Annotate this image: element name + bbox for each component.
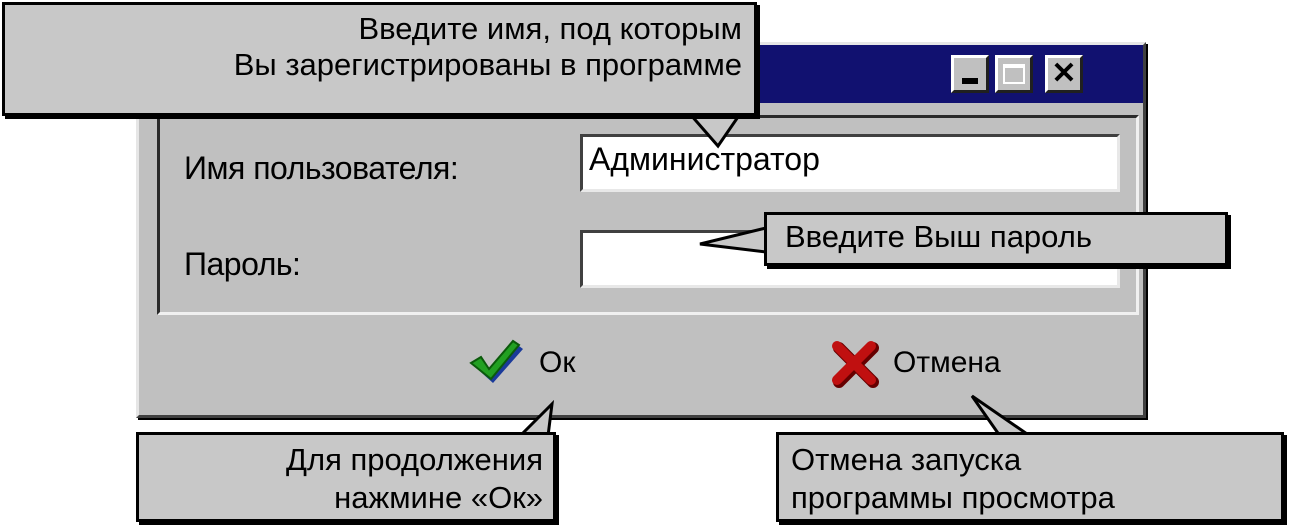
cancel-hint-callout: Отмена запуска программы просмотра xyxy=(776,432,1284,522)
password-hint-callout: Введите Выш пароль xyxy=(764,212,1228,266)
maximize-icon xyxy=(1003,64,1025,84)
checkmark-icon xyxy=(469,339,523,383)
cancel-label: Отмена xyxy=(893,346,1001,379)
ok-hint-callout: Для продолжения нажмине «Ок» xyxy=(136,432,556,522)
minimize-icon xyxy=(962,78,978,84)
username-hint-callout: Введите имя, под которым Вы зарегистриро… xyxy=(2,2,757,116)
username-field[interactable]: Администратор xyxy=(580,134,1120,192)
x-icon xyxy=(832,341,879,388)
ok-hint-line2: нажмине «Ок» xyxy=(334,480,543,515)
password-hint: Введите Выш пароль xyxy=(785,219,1092,254)
maximize-button[interactable] xyxy=(995,55,1033,93)
cancel-hint-line2: программы просмотра xyxy=(791,480,1115,515)
username-hint-line2: Вы зарегистрированы в программе xyxy=(233,47,742,82)
ok-hint-line1: Для продолжения xyxy=(285,442,543,477)
password-label: Пароль: xyxy=(184,246,301,282)
ok-label: Ок xyxy=(539,346,576,379)
close-icon: ✕ xyxy=(1051,57,1077,90)
username-hint-line1: Введите имя, под которым xyxy=(358,11,742,46)
ok-button[interactable]: Ок xyxy=(469,333,575,393)
cancel-button[interactable]: Отмена xyxy=(829,333,1001,393)
minimize-button[interactable] xyxy=(951,55,989,93)
close-button[interactable]: ✕ xyxy=(1045,55,1083,93)
username-label: Имя пользователя: xyxy=(184,150,459,186)
cancel-hint-line1: Отмена запуска xyxy=(791,442,1022,477)
